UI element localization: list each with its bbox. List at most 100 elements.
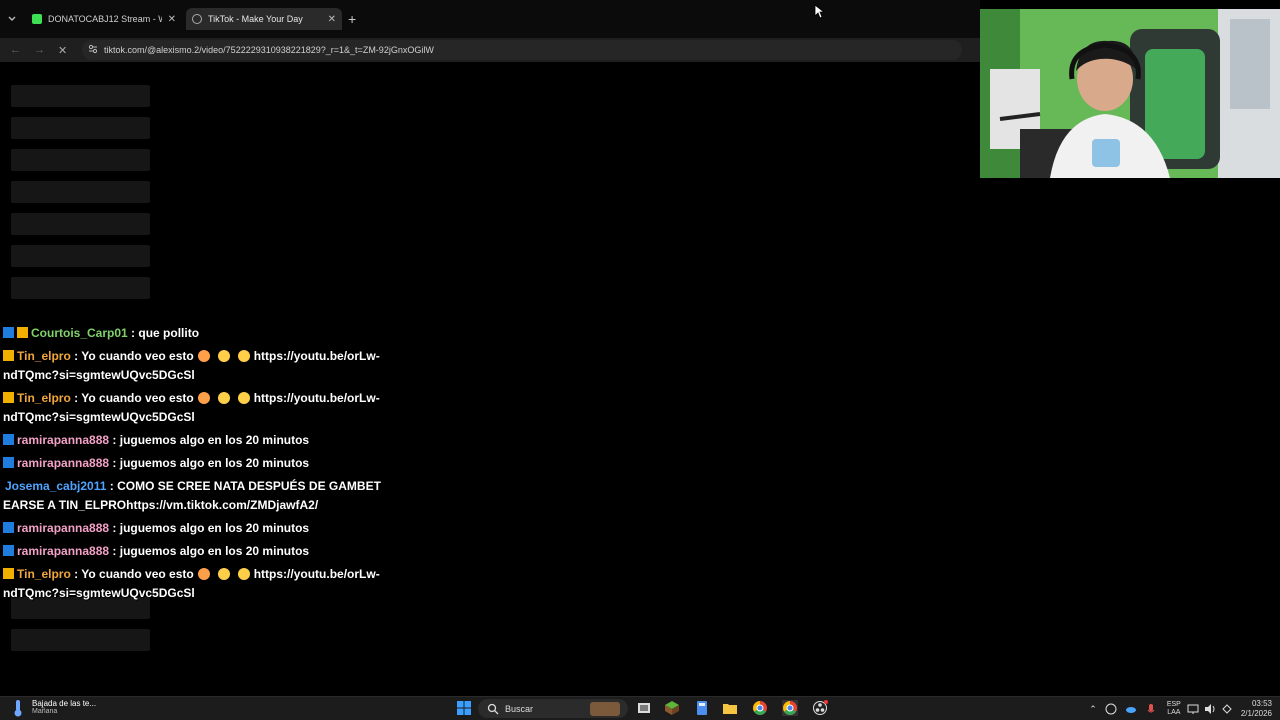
tab-strip: DONATOCABJ12 Stream - Wat ✕ TikTok - Mak…	[0, 0, 980, 38]
subscriber-badge-icon	[17, 327, 28, 338]
skeleton-bar	[11, 117, 150, 139]
chat-message: Josema_cabj2011 : COMO SE CREE NATA DESP…	[3, 477, 383, 515]
chat-username[interactable]: Tin_elpro	[17, 349, 71, 363]
address-bar[interactable]: tiktok.com/@alexismo.2/video/75222293109…	[82, 40, 962, 60]
skeleton-bar	[11, 85, 150, 107]
cloud-icon[interactable]	[1125, 703, 1137, 715]
mouse-cursor-icon	[814, 4, 824, 19]
webcam-image	[980, 9, 1280, 178]
browser-toolbar: ← → ✕ tiktok.com/@alexismo.2/video/75222…	[0, 38, 980, 62]
weather-widget[interactable]: Bajada de las te... Mañana	[12, 699, 96, 717]
chat-username[interactable]: ramirapanna888	[17, 521, 109, 535]
skeleton-bar	[11, 149, 150, 171]
subscriber-badge-icon	[3, 568, 14, 579]
back-icon[interactable]: ←	[10, 44, 21, 56]
search-icon	[487, 703, 499, 714]
verified-badge-icon	[3, 545, 14, 556]
stop-loading-icon[interactable]: ✕	[58, 44, 67, 57]
file-explorer-icon[interactable]	[722, 700, 738, 716]
tiktok-icon	[192, 14, 202, 24]
chrome-active-icon[interactable]	[782, 700, 798, 716]
clapping-emoji-icon	[217, 568, 230, 580]
weather-subtitle: Mañana	[32, 708, 58, 715]
search-placeholder: Buscar	[505, 703, 534, 714]
clock[interactable]: 03:53 2/1/2026	[1241, 699, 1272, 719]
clapping-emoji-icon	[237, 568, 250, 580]
verified-badge-icon	[3, 457, 14, 468]
chat-username[interactable]: Tin_elpro	[17, 567, 71, 581]
chat-username[interactable]: Courtois_Carp01	[31, 326, 128, 340]
skeleton-bar	[11, 245, 150, 267]
chat-message: Tin_elpro : Yo cuando veo esto https://yo…	[3, 347, 383, 385]
subscriber-badge-icon	[3, 350, 14, 361]
verified-badge-icon	[3, 522, 14, 533]
search-highlight-image	[590, 701, 620, 716]
keyboard-layout: LAA	[1167, 709, 1181, 716]
network-icon[interactable]	[1187, 703, 1199, 715]
chat-username[interactable]: Tin_elpro	[17, 391, 71, 405]
chat-text: : Yo cuando veo esto	[74, 567, 194, 581]
tab-title: DONATOCABJ12 Stream - Wat	[48, 14, 162, 24]
laughing-emoji-icon	[197, 568, 210, 580]
clapping-emoji-icon	[217, 350, 230, 362]
chat-text: : juguemos algo en los 20 minutos	[112, 521, 310, 535]
windows-start-icon[interactable]	[456, 700, 472, 716]
chat-message: Tin_elpro : Yo cuando veo esto https://yo…	[3, 389, 383, 427]
minecraft-icon[interactable]	[664, 700, 680, 716]
chat-message: ramirapanna888 : juguemos algo en los 20…	[3, 431, 383, 450]
language-indicator[interactable]: ESP LAA	[1167, 701, 1181, 717]
close-tab-icon[interactable]: ✕	[168, 14, 176, 25]
subscriber-badge-icon	[3, 392, 14, 403]
new-tab-icon[interactable]: +	[348, 11, 356, 27]
skeleton-bar	[11, 277, 150, 299]
chat-text: : que pollito	[131, 326, 200, 340]
chrome-icon[interactable]	[752, 700, 768, 716]
chat-username[interactable]: ramirapanna888	[17, 433, 109, 447]
system-tray: ⌃ ESP LAA 03:53 2/1/2026	[1089, 699, 1272, 719]
site-info-icon[interactable]	[88, 44, 98, 54]
taskbar-search[interactable]: Buscar	[478, 699, 628, 718]
laughing-emoji-icon	[197, 392, 210, 404]
obs-tray-icon[interactable]	[1105, 703, 1117, 715]
chat-text: : Yo cuando veo esto	[74, 349, 194, 363]
chat-username[interactable]: ramirapanna888	[17, 544, 109, 558]
volume-icon[interactable]	[1204, 703, 1216, 715]
weather-title: Bajada de las te...	[32, 699, 97, 708]
chat-message: ramirapanna888 : juguemos algo en los 20…	[3, 519, 383, 538]
tab-search-icon[interactable]	[6, 13, 18, 25]
clock-date: 2/1/2026	[1240, 709, 1272, 718]
kick-icon	[32, 14, 42, 24]
chat-text: : juguemos algo en los 20 minutos	[112, 456, 310, 470]
task-view-icon[interactable]	[636, 700, 652, 716]
tab-title: TikTok - Make Your Day	[208, 14, 303, 24]
forward-icon[interactable]: →	[34, 44, 45, 56]
skeleton-bar	[11, 213, 150, 235]
language-code: ESP	[1166, 701, 1181, 708]
clock-time: 03:53	[1251, 699, 1272, 708]
chat-username[interactable]: Josema_cabj2011	[5, 479, 106, 493]
url-text: tiktok.com/@alexismo.2/video/75222293109…	[104, 45, 434, 55]
clapping-emoji-icon	[217, 392, 230, 404]
chat-message: ramirapanna888 : juguemos algo en los 20…	[3, 454, 383, 473]
laughing-emoji-icon	[197, 350, 210, 362]
tab-donatocabj12[interactable]: DONATOCABJ12 Stream - Wat ✕	[26, 8, 182, 30]
notification-icon[interactable]	[1221, 703, 1233, 715]
chat-overlay: Courtois_Carp01 : que pollito Tin_elpro :…	[3, 324, 383, 607]
microphone-icon[interactable]	[1145, 703, 1157, 715]
calculator-icon[interactable]	[694, 700, 710, 716]
chat-message: ramirapanna888 : juguemos algo en los 20…	[3, 542, 383, 561]
chat-text: : juguemos algo en los 20 minutos	[112, 433, 310, 447]
obs-icon[interactable]	[812, 700, 828, 716]
thermometer-icon	[14, 700, 22, 717]
chat-text: : juguemos algo en los 20 minutos	[112, 544, 310, 558]
chevron-up-icon[interactable]: ⌃	[1089, 704, 1097, 715]
clapping-emoji-icon	[237, 350, 250, 362]
clapping-emoji-icon	[237, 392, 250, 404]
verified-badge-icon	[3, 434, 14, 445]
close-tab-icon[interactable]: ✕	[328, 14, 336, 25]
skeleton-bar	[11, 629, 150, 651]
webcam-overlay	[980, 9, 1280, 178]
tab-tiktok[interactable]: TikTok - Make Your Day ✕	[186, 8, 342, 30]
chat-username[interactable]: ramirapanna888	[17, 456, 109, 470]
taskbar: Bajada de las te... Mañana Buscar ⌃ ESP …	[0, 696, 1280, 720]
